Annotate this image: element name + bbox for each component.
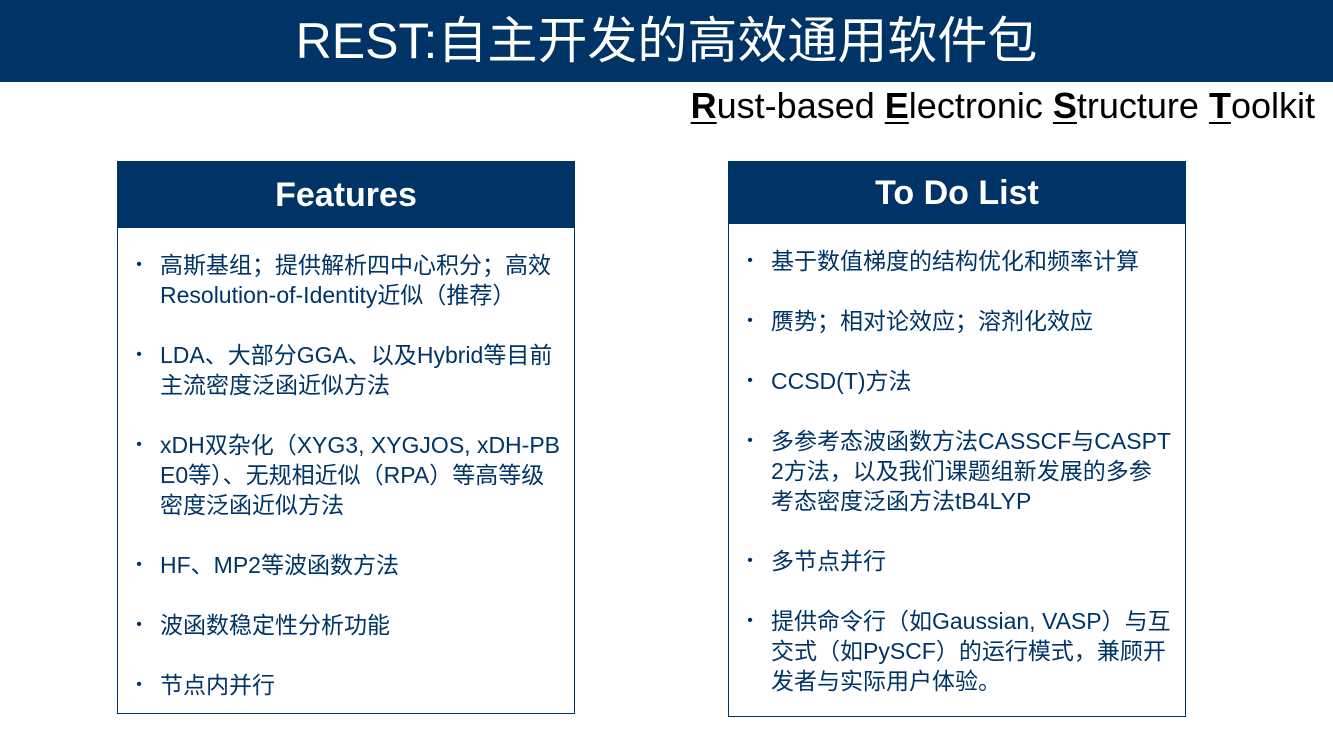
todo-panel: To Do List • 基于数值梯度的结构优化和频率计算 • 赝势；相对论效应… [728,161,1186,717]
bullet-icon: • [136,256,142,273]
features-header: Features [118,162,574,228]
todo-item-1: • 基于数值梯度的结构优化和频率计算 [729,246,1185,276]
features-item-6: • 节点内并行 [118,670,574,700]
features-item-4: • HF、MP2等波函数方法 [118,550,574,580]
todo-item-3-text: CCSD(T)方法 [771,368,912,394]
slide: REST:自主开发的高效通用软件包 Rust-based Electronic … [0,0,1333,750]
subtitle-initial-r: R [690,85,717,126]
features-item-5-text: 波函数稳定性分析功能 [160,612,390,638]
features-item-2: • LDA、大部分GGA、以及Hybrid等目前主流密度泛函近似方法 [118,340,574,400]
bullet-icon: • [747,372,753,389]
todo-header: To Do List [729,162,1185,224]
todo-item-3: • CCSD(T)方法 [729,366,1185,396]
subtitle: Rust-based Electronic Structure Toolkit [691,86,1315,126]
features-item-2-text: LDA、大部分GGA、以及Hybrid等目前主流密度泛函近似方法 [160,342,553,398]
todo-item-1-text: 基于数值梯度的结构优化和频率计算 [771,248,1139,274]
bullet-icon: • [747,552,753,569]
page-title: REST:自主开发的高效通用软件包 [295,13,1038,69]
features-item-3-text: xDH双杂化（XYG3, XYGJOS, xDH-PBE0等）、无规相近似（RP… [160,432,561,518]
todo-item-6: • 提供命令行（如Gaussian, VASP）与互交式（如PySCF）的运行模… [729,606,1185,696]
subtitle-word-structure: tructure [1076,85,1199,126]
features-title: Features [275,175,417,214]
features-item-3: • xDH双杂化（XYG3, XYGJOS, xDH-PBE0等）、无规相近似（… [118,430,574,520]
todo-title: To Do List [875,173,1039,212]
subtitle-word-toolkit: oolkit [1230,85,1315,126]
bullet-icon: • [747,432,753,449]
todo-item-2-text: 赝势；相对论效应；溶剂化效应 [771,308,1093,334]
features-item-4-text: HF、MP2等波函数方法 [160,552,399,578]
todo-item-4: • 多参考态波函数方法CASSCF与CASPT2方法，以及我们课题组新发展的多参… [729,426,1185,516]
title-bar: REST:自主开发的高效通用软件包 [0,0,1333,82]
todo-item-4-text: 多参考态波函数方法CASSCF与CASPT2方法，以及我们课题组新发展的多参考态… [771,428,1171,514]
bullet-icon: • [136,346,142,363]
subtitle-initial-s: S [1052,85,1077,126]
bullet-icon: • [136,616,142,633]
subtitle-word-rust-based: ust-based [716,85,875,126]
todo-item-2: • 赝势；相对论效应；溶剂化效应 [729,306,1185,336]
todo-item-5-text: 多节点并行 [771,548,886,574]
bullet-icon: • [136,676,142,693]
bullet-icon: • [747,312,753,329]
features-item-1-text: 高斯基组；提供解析四中心积分；高效Resolution-of-Identity近… [160,252,551,308]
features-item-1: • 高斯基组；提供解析四中心积分；高效Resolution-of-Identit… [118,250,574,310]
subtitle-initial-e: E [884,85,909,126]
features-item-5: • 波函数稳定性分析功能 [118,610,574,640]
features-panel: Features • 高斯基组；提供解析四中心积分；高效Resolution-o… [117,161,575,714]
bullet-icon: • [747,252,753,269]
subtitle-word-electronic: lectronic [908,85,1043,126]
bullet-icon: • [136,556,142,573]
todo-item-5: • 多节点并行 [729,546,1185,576]
bullet-icon: • [136,436,142,453]
features-item-6-text: 节点内并行 [160,672,275,698]
bullet-icon: • [747,612,753,629]
subtitle-initial-t: T [1208,85,1231,126]
todo-item-6-text: 提供命令行（如Gaussian, VASP）与互交式（如PySCF）的运行模式，… [771,608,1171,694]
